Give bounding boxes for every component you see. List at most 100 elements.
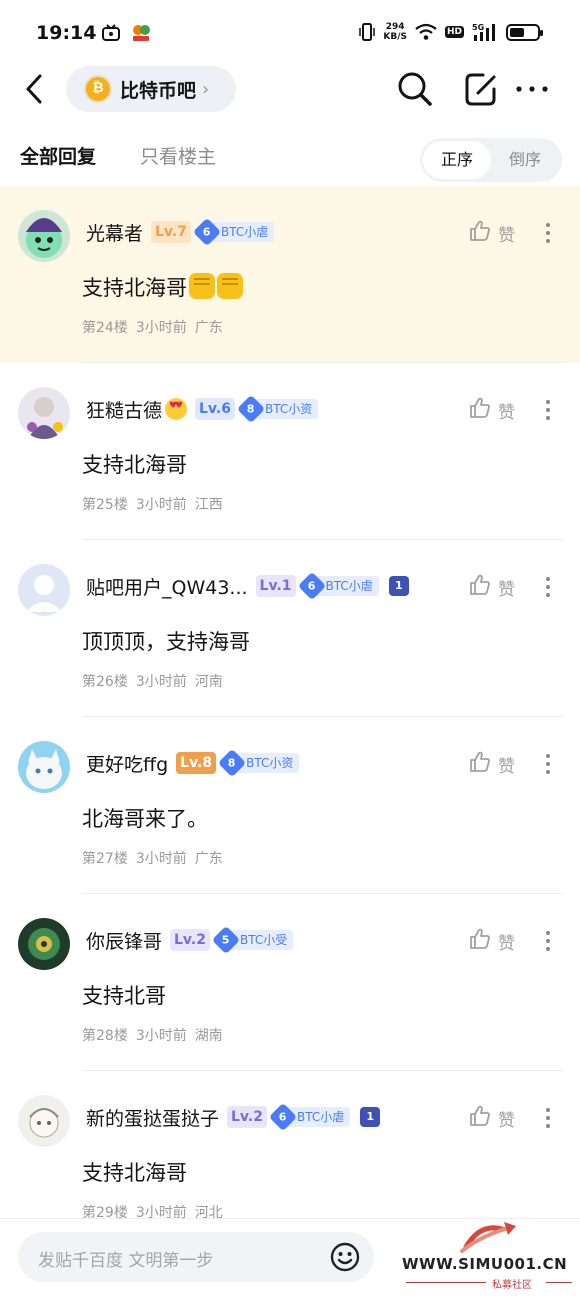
app-58-icon: [131, 23, 151, 43]
honor-badge: 8 BTC小资: [236, 394, 319, 424]
bottom-bar: 发贴千百度 文明第一步 WWW.SIMU001.CN 私募社区: [0, 1218, 580, 1297]
heart-eyes-emoji-icon: [165, 398, 188, 420]
reply-text: 支持北海哥: [82, 1161, 187, 1185]
user-row: 你辰锋哥 Lv.2 5 BTC小受: [86, 925, 294, 955]
reply-location: 江西: [194, 497, 223, 513]
like-button[interactable]: 赞: [468, 751, 515, 777]
like-button[interactable]: 赞: [468, 1105, 515, 1131]
fist-emoji-icon: [217, 273, 243, 299]
more-vertical-icon[interactable]: [536, 928, 560, 954]
tab-only-op[interactable]: 只看楼主: [140, 142, 216, 169]
honor-badge: 8 BTC小资: [217, 748, 300, 778]
username[interactable]: 光幕者: [86, 219, 143, 246]
medal-icon: 1: [360, 1107, 381, 1127]
filter-bar: 全部回复 只看楼主 正序 倒序: [0, 130, 580, 186]
honor-number: 6: [279, 1110, 287, 1124]
reply-item[interactable]: 狂糙古德 Lv.68BTC小资 赞支持北海哥第25楼 3小时前江西: [0, 363, 580, 540]
reply-time: 3小时前: [135, 1028, 187, 1044]
reply-input[interactable]: 发贴千百度 文明第一步: [18, 1232, 374, 1282]
like-button[interactable]: 赞: [468, 928, 515, 954]
honor-badge: 6 BTC小虐: [268, 1102, 351, 1132]
username[interactable]: 新的蛋挞蛋挞子: [86, 1104, 219, 1131]
status-time: 19:14: [36, 22, 97, 44]
honor-number: 5: [222, 933, 230, 947]
watermark-line-left: [406, 1282, 486, 1283]
username[interactable]: 狂糙古德: [86, 396, 162, 423]
reply-content: 北海哥来了。: [82, 803, 208, 833]
watermark-text: WWW.SIMU001.CN: [402, 1255, 568, 1273]
tab-all-replies[interactable]: 全部回复: [20, 142, 96, 169]
avatar[interactable]: [18, 741, 70, 793]
thumbs-up-icon: [468, 573, 492, 601]
reply-time: 3小时前: [135, 674, 187, 690]
reply-item[interactable]: 光幕者 Lv.7 6 BTC小虐 赞支持北海哥 第24楼 3小时前 广东: [0, 186, 580, 363]
like-label: 赞: [498, 402, 515, 423]
vibrate-icon: [359, 23, 376, 41]
username[interactable]: 更好吃ffg: [86, 750, 168, 777]
user-row: 新的蛋挞蛋挞子 Lv.2 6 BTC小虐 1: [86, 1102, 381, 1132]
reply-item[interactable]: 贴吧用户_QW43... Lv.1 6 BTC小虐 1 赞顶顶顶，支持海哥 第26楼 3小时前…: [0, 540, 580, 717]
reply-time: 3小时前: [135, 851, 187, 867]
reply-text: 北海哥来了。: [82, 807, 208, 831]
like-label: 赞: [498, 933, 515, 954]
like-button[interactable]: 赞: [468, 574, 515, 600]
back-icon[interactable]: [20, 72, 50, 106]
reply-content: 支持北海哥: [82, 449, 187, 479]
network-speed: 294 KB/S: [383, 22, 407, 42]
watermark-subtitle: 私募社区: [492, 1280, 532, 1291]
reply-text: 顶顶顶，支持海哥: [82, 630, 250, 654]
level-badge: Lv.2: [170, 929, 210, 951]
signal-5g-icon: 5G: [472, 23, 495, 41]
forum-name: 比特币吧: [120, 79, 197, 102]
reply-meta: 第27楼 3小时前 广东: [82, 848, 231, 868]
like-label: 赞: [498, 225, 515, 246]
order-toggle: 正序 倒序: [420, 138, 562, 182]
like-button[interactable]: 赞: [468, 397, 515, 423]
reply-content: 支持北海哥: [82, 1157, 187, 1187]
edit-icon[interactable]: [463, 70, 499, 108]
avatar[interactable]: [18, 1095, 70, 1147]
username[interactable]: 你辰锋哥: [86, 927, 162, 954]
more-icon[interactable]: [514, 78, 550, 100]
thumbs-up-icon: [468, 1104, 492, 1132]
search-icon[interactable]: [396, 70, 434, 108]
order-descending-button[interactable]: 倒序: [492, 141, 558, 179]
thumbs-up-icon: [468, 750, 492, 778]
honor-badge: 6 BTC小虐: [297, 571, 379, 601]
order-ascending-button[interactable]: 正序: [423, 141, 491, 179]
user-row: 光幕者 Lv.7 6 BTC小虐: [86, 217, 275, 247]
user-row: 更好吃ffg Lv.8 8 BTC小资: [86, 748, 300, 778]
avatar[interactable]: [18, 387, 70, 439]
avatar[interactable]: [18, 564, 70, 616]
like-label: 赞: [498, 1110, 515, 1131]
level-badge: Lv.8: [176, 752, 217, 774]
reply-item[interactable]: 你辰锋哥 Lv.2 5 BTC小受 赞支持北哥 第28楼 3小时前 湖南: [0, 894, 580, 1071]
thumbs-up-icon: [468, 219, 492, 247]
reply-location: 湖南: [194, 1028, 223, 1044]
emoji-icon[interactable]: [330, 1242, 360, 1272]
username[interactable]: 贴吧用户_QW43...: [86, 573, 248, 600]
more-vertical-icon[interactable]: [536, 751, 560, 777]
avatar[interactable]: [18, 918, 70, 970]
battery-icon: [506, 23, 543, 41]
reply-item[interactable]: 更好吃ffg Lv.8 8 BTC小资 赞北海哥来了。第27楼 3小时前 广东: [0, 717, 580, 894]
more-vertical-icon[interactable]: [536, 574, 560, 600]
reply-meta: 第26楼 3小时前 河南: [82, 671, 231, 691]
reply-content: 顶顶顶，支持海哥: [82, 626, 250, 656]
honor-number: 8: [228, 756, 236, 770]
avatar[interactable]: [18, 210, 70, 262]
level-badge: Lv.6: [195, 398, 235, 420]
more-vertical-icon[interactable]: [536, 1105, 560, 1131]
forum-pill[interactable]: 比特币吧 ›: [66, 66, 236, 112]
status-bar: 19:14 294 KB/S HD 5G: [0, 0, 580, 66]
like-button[interactable]: 赞: [468, 220, 515, 246]
battery-level: [510, 27, 525, 37]
like-label: 赞: [498, 756, 515, 777]
hd-badge: HD: [444, 26, 464, 38]
svg-text:5G: 5G: [472, 23, 484, 32]
status-right: 294 KB/S HD 5G: [359, 22, 543, 42]
more-vertical-icon[interactable]: [536, 220, 560, 246]
honor-number: 6: [203, 225, 211, 239]
watermark-logo-icon: [460, 1222, 516, 1253]
more-vertical-icon[interactable]: [536, 397, 560, 423]
